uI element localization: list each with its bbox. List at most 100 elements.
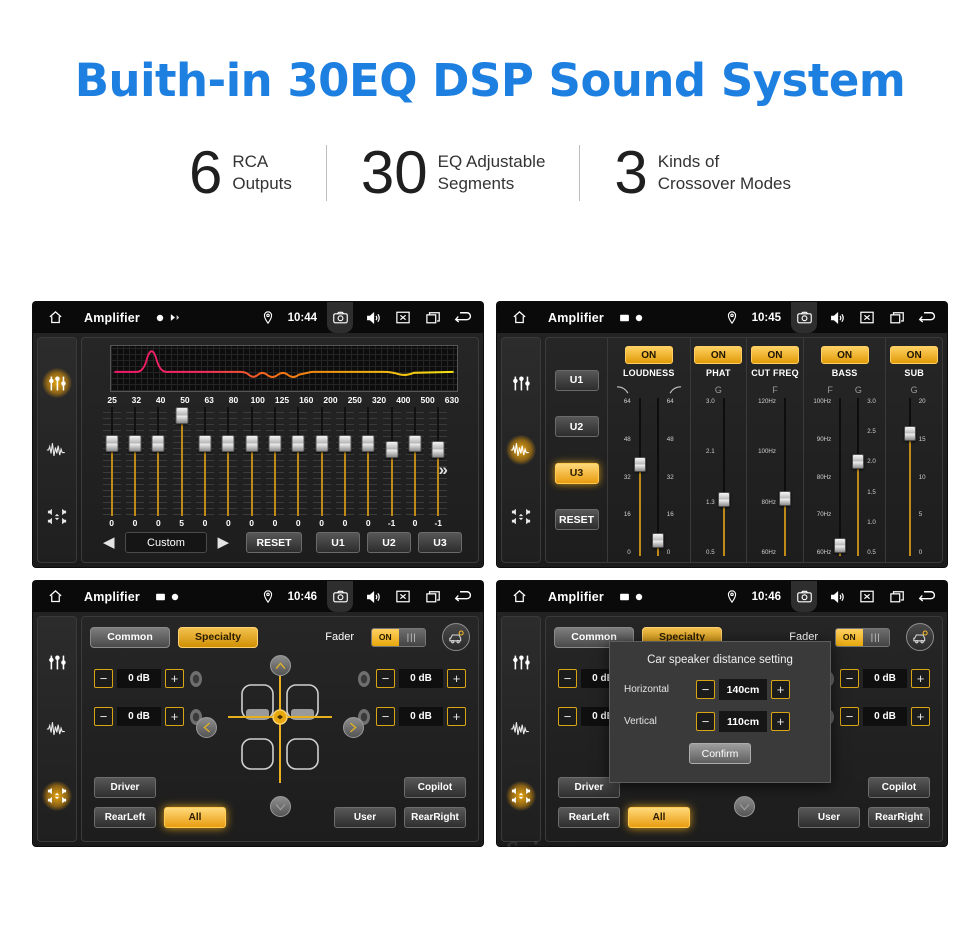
- close-icon[interactable]: [857, 587, 877, 607]
- eq-expand-icon[interactable]: »: [439, 460, 448, 480]
- seat-button-user[interactable]: User: [798, 807, 860, 828]
- horizontal-stepper[interactable]: − 140cm +: [696, 679, 790, 700]
- eq-slider-100[interactable]: 0: [240, 407, 263, 528]
- reset-button[interactable]: RESET: [554, 509, 599, 531]
- waveform-icon[interactable]: [42, 714, 72, 744]
- seat-button-copilot[interactable]: Copilot: [404, 777, 466, 798]
- seat-button-rearleft[interactable]: RearLeft: [558, 807, 620, 828]
- slider-track[interactable]: [717, 398, 731, 556]
- crossover-slider-0[interactable]: 100Hz 90Hz 80Hz 70Hz 60Hz: [813, 398, 847, 556]
- back-icon[interactable]: [917, 308, 937, 328]
- preset-next-button[interactable]: ▶: [214, 535, 232, 550]
- eq-slider-track[interactable]: [405, 407, 424, 516]
- plus-button[interactable]: +: [771, 680, 790, 699]
- crossover-slider-1[interactable]: 64 48 32 16 0: [651, 398, 674, 556]
- volume-icon[interactable]: [363, 308, 383, 328]
- slider-knob[interactable]: [717, 492, 730, 508]
- eq-slider-track[interactable]: [242, 407, 261, 516]
- preset-u3-button[interactable]: U3: [554, 462, 599, 484]
- stepper-rear-left[interactable]: − 0 dB +: [94, 707, 204, 726]
- eq-slider-track[interactable]: [219, 407, 238, 516]
- waveform-icon[interactable]: [42, 435, 72, 465]
- plus-button[interactable]: +: [911, 707, 930, 726]
- tab-specialty[interactable]: Specialty: [178, 626, 258, 648]
- eq-slider-160[interactable]: 0: [287, 407, 310, 528]
- toggle-loudness[interactable]: ON: [624, 346, 673, 364]
- recent-apps-icon[interactable]: [887, 587, 907, 607]
- minus-button[interactable]: −: [376, 669, 395, 688]
- back-icon[interactable]: [453, 308, 473, 328]
- crossover-slider-0[interactable]: 120Hz 100Hz 80Hz 60Hz: [758, 398, 792, 556]
- toggle-cut-freq[interactable]: ON: [751, 346, 799, 364]
- eq-slider-200[interactable]: 0: [310, 407, 333, 528]
- slider-track[interactable]: [903, 398, 917, 556]
- slider-knob[interactable]: [903, 425, 916, 441]
- seat-button-rearleft[interactable]: RearLeft: [94, 807, 156, 828]
- equalizer-icon[interactable]: [506, 368, 536, 398]
- eq-slider-knob[interactable]: [268, 434, 282, 452]
- slider-track[interactable]: [633, 398, 647, 556]
- preset-u2-button[interactable]: U2: [367, 532, 411, 553]
- camera-icon[interactable]: [791, 581, 817, 612]
- slider-track[interactable]: [833, 398, 847, 556]
- fader-toggle[interactable]: ON |||: [835, 627, 890, 647]
- eq-slider-knob[interactable]: [221, 434, 235, 452]
- equalizer-icon[interactable]: [506, 647, 536, 677]
- camera-icon[interactable]: [327, 581, 353, 612]
- minus-button[interactable]: −: [840, 707, 859, 726]
- waveform-icon[interactable]: [506, 714, 536, 744]
- cabin-seat-diagram[interactable]: [220, 661, 340, 789]
- eq-slider-knob[interactable]: [175, 406, 189, 424]
- eq-slider-track[interactable]: [265, 407, 284, 516]
- eq-slider-125[interactable]: 0: [263, 407, 286, 528]
- recent-apps-icon[interactable]: [887, 308, 907, 328]
- eq-slider-knob[interactable]: [338, 434, 352, 452]
- seat-button-all[interactable]: All: [164, 807, 226, 828]
- eq-slider-track[interactable]: [102, 407, 121, 516]
- eq-slider-track[interactable]: [312, 407, 331, 516]
- eq-slider-bank[interactable]: 0 0 0 5 0 0 0 0 0 0 0 0 -1 0 -1 »: [100, 406, 450, 528]
- camera-icon[interactable]: [327, 302, 353, 333]
- stepper-rear-right[interactable]: − 0 dB +: [820, 707, 930, 726]
- preset-u3-button[interactable]: U3: [418, 532, 462, 553]
- eq-slider-track[interactable]: [149, 407, 168, 516]
- volume-icon[interactable]: [363, 587, 383, 607]
- crossover-slider-1[interactable]: 3.0 2.5 2.0 1.5 1.0 0.5: [851, 398, 876, 556]
- plus-button[interactable]: +: [165, 707, 184, 726]
- minus-button[interactable]: −: [558, 669, 577, 688]
- crossover-slider-0[interactable]: 64 48 32 16 0: [624, 398, 647, 556]
- eq-slider-knob[interactable]: [128, 434, 142, 452]
- eq-slider-320[interactable]: 0: [357, 407, 380, 528]
- slider-knob[interactable]: [633, 457, 646, 473]
- seat-button-rearright[interactable]: RearRight: [868, 807, 930, 828]
- seat-button-all[interactable]: All: [628, 807, 690, 828]
- eq-slider-250[interactable]: 0: [333, 407, 356, 528]
- slider-knob[interactable]: [852, 454, 865, 470]
- minus-button[interactable]: −: [696, 712, 715, 731]
- eq-slider-knob[interactable]: [151, 434, 165, 452]
- minus-button[interactable]: −: [840, 669, 859, 688]
- stepper-front-left[interactable]: − 0 dB +: [94, 669, 204, 688]
- plus-button[interactable]: +: [771, 712, 790, 731]
- eq-slider-80[interactable]: 0: [217, 407, 240, 528]
- preset-name-display[interactable]: Custom: [124, 532, 208, 553]
- plus-button[interactable]: +: [447, 669, 466, 688]
- eq-slider-track[interactable]: [335, 407, 354, 516]
- minus-button[interactable]: −: [558, 707, 577, 726]
- home-icon[interactable]: [509, 587, 529, 607]
- move-right-button[interactable]: [342, 717, 364, 738]
- slider-track[interactable]: [651, 398, 665, 556]
- move-up-button[interactable]: [269, 655, 291, 676]
- speaker-distance-settings-icon[interactable]: [906, 623, 934, 651]
- equalizer-icon[interactable]: [42, 368, 72, 399]
- slider-knob[interactable]: [778, 490, 791, 506]
- minus-button[interactable]: −: [94, 707, 113, 726]
- eq-slider-knob[interactable]: [361, 434, 375, 452]
- volume-icon[interactable]: [827, 587, 847, 607]
- reset-button[interactable]: RESET: [246, 532, 302, 553]
- back-icon[interactable]: [917, 587, 937, 607]
- crossover-slider-0[interactable]: 20 15 10 5 0: [903, 398, 926, 556]
- stepper-front-right[interactable]: − 0 dB +: [820, 669, 930, 688]
- plus-button[interactable]: +: [447, 707, 466, 726]
- seat-button-user[interactable]: User: [334, 807, 396, 828]
